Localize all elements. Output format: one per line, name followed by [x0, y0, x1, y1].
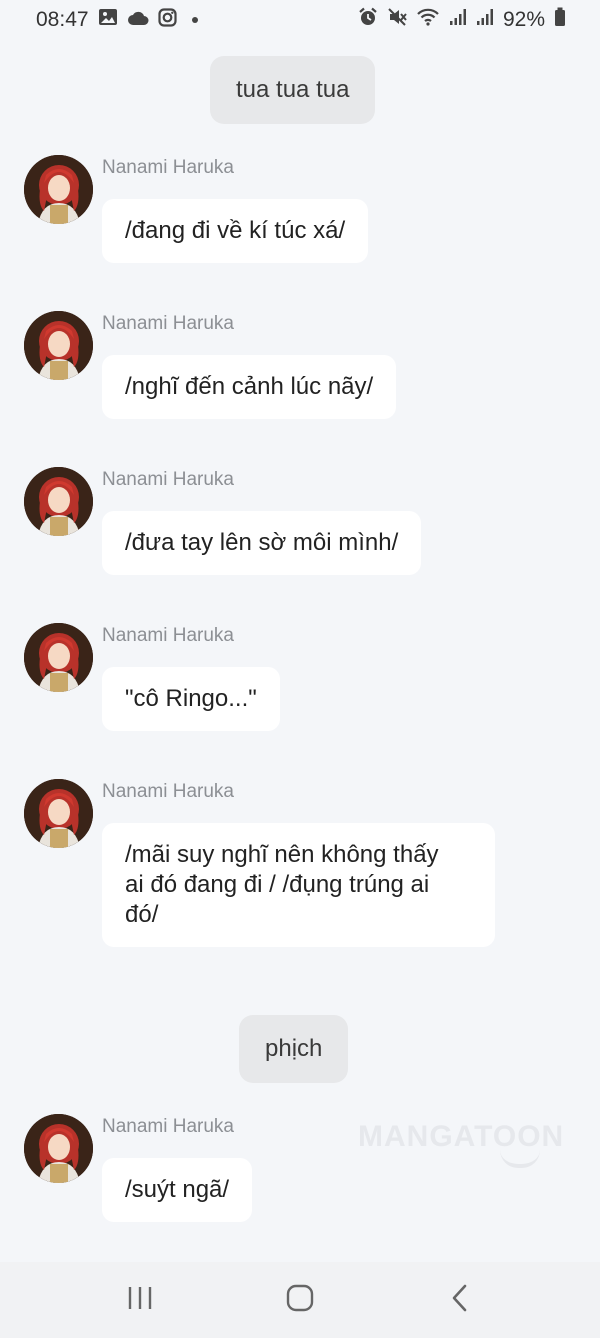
avatar[interactable] — [24, 623, 93, 692]
sender-name: Nanami Haruka — [102, 625, 234, 646]
home-icon — [286, 1284, 314, 1317]
watermark-smile-icon — [500, 1150, 540, 1168]
avatar[interactable] — [24, 155, 93, 224]
navigation-bar — [0, 1262, 600, 1338]
recent-apps-icon — [127, 1285, 153, 1316]
narration-bubble: phịch — [239, 1015, 349, 1083]
avatar[interactable] — [24, 467, 93, 536]
sender-name: Nanami Haruka — [102, 157, 234, 178]
message-bubble[interactable]: /nghĩ đến cảnh lúc nãy/ — [102, 355, 397, 419]
narration-bubble: tua tua tua — [210, 56, 376, 124]
sender-name: Nanami Haruka — [102, 1116, 234, 1137]
message-bubble[interactable]: /suýt ngã/ — [102, 1158, 253, 1222]
back-button[interactable] — [430, 1270, 490, 1330]
chat-area[interactable]: tua tua tua Nanami Haruka /đang đi về kí… — [0, 0, 600, 1262]
sender-name: Nanami Haruka — [102, 469, 234, 490]
sender-name: Nanami Haruka — [102, 313, 234, 334]
avatar[interactable] — [24, 1114, 93, 1183]
avatar[interactable] — [24, 779, 93, 848]
back-icon — [450, 1284, 470, 1317]
sender-name: Nanami Haruka — [102, 781, 234, 802]
recent-apps-button[interactable] — [110, 1270, 170, 1330]
message-bubble[interactable]: /mãi suy nghĩ nên không thấy ai đó đang … — [102, 823, 495, 947]
avatar[interactable] — [24, 311, 93, 380]
message-bubble[interactable]: /đang đi về kí túc xá/ — [102, 199, 369, 263]
narration-text: phịch — [265, 1035, 323, 1062]
home-button[interactable] — [270, 1270, 330, 1330]
narration-text: tua tua tua — [236, 76, 350, 103]
message-bubble[interactable]: "cô Ringo..." — [102, 667, 280, 731]
watermark-logo: MANGATOON — [358, 1120, 565, 1153]
message-bubble[interactable]: /đưa tay lên sờ môi mình/ — [102, 511, 422, 575]
